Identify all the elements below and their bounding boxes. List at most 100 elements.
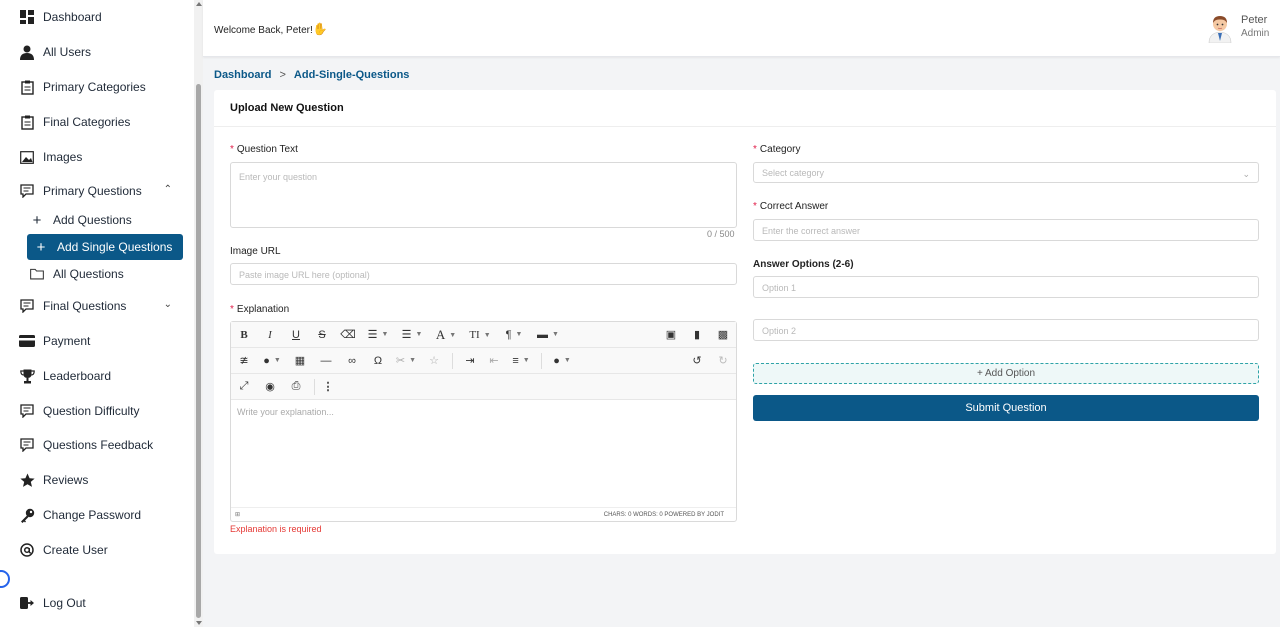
strikethrough-icon[interactable]: S: [309, 325, 335, 345]
italic-icon[interactable]: I: [257, 325, 283, 345]
breadcrumb-home-link[interactable]: Dashboard: [214, 69, 271, 81]
bold-icon[interactable]: B: [231, 325, 257, 345]
undo-icon[interactable]: ↺: [684, 351, 710, 371]
toolbar-separator: [541, 352, 542, 369]
chevron-down-icon: ⌄: [1242, 169, 1250, 179]
explanation-label-text: Explanation: [236, 304, 290, 315]
paragraph-icon[interactable]: ¶ ▼: [497, 325, 531, 345]
toolbar-separator: [314, 378, 315, 395]
required-marker: *: [753, 201, 757, 212]
submit-question-button[interactable]: Submit Question: [753, 395, 1259, 421]
underline-icon[interactable]: U: [283, 325, 309, 345]
sidebar-item-label: Primary Categories: [43, 80, 146, 94]
answer-options-label: Answer Options (2-6): [753, 259, 854, 270]
link-icon[interactable]: ∞: [339, 351, 365, 371]
upload-question-card: Upload New Question * Question Text Enter…: [214, 90, 1276, 554]
sidebar-item-payment[interactable]: Payment: [18, 328, 186, 354]
sidebar-subitem-all-questions[interactable]: All Questions: [30, 261, 182, 287]
top-header: Welcome Back, Peter!✋ Peter Admin: [203, 0, 1280, 57]
required-marker: *: [753, 144, 757, 155]
category-select[interactable]: Select category ⌄: [753, 162, 1259, 183]
sidebar-item-create-user[interactable]: Create User: [18, 537, 186, 563]
insert-video-icon[interactable]: ▩: [710, 325, 736, 345]
sidebar-item-all-users[interactable]: All Users: [18, 39, 186, 65]
more-options-icon[interactable]: ⋮: [320, 377, 336, 397]
sidebar-item-label: Final Categories: [43, 115, 131, 129]
sidebar-item-final-questions[interactable]: Final Questions ⌄: [18, 293, 186, 319]
folder-icon: [30, 268, 44, 280]
plus-icon: +: [36, 238, 46, 256]
correct-answer-input[interactable]: Enter the correct answer: [753, 219, 1259, 241]
print-icon[interactable]: ⎙: [283, 377, 309, 397]
sidebar-item-primary-categories[interactable]: Primary Categories: [18, 74, 186, 100]
color-icon[interactable]: ● ▼: [547, 351, 577, 371]
explanation-editor: B I U S ⌫ ☰ ▼ ☰ ▼ A ▼ TI ▼ ¶ ▼ ▬ ▼ ▣ ▮ ▩ ≇ ● ▼ …: [230, 321, 737, 522]
sidebar-item-questions-feedback[interactable]: Questions Feedback: [18, 432, 186, 458]
font-icon[interactable]: A ▼: [429, 325, 463, 345]
outdent-icon[interactable]: ⇤: [482, 351, 506, 371]
cut-icon[interactable]: ✂ ▼: [391, 351, 421, 371]
sidebar-scrollbar-thumb[interactable]: [196, 84, 201, 618]
microphone-icon[interactable]: ● ▼: [257, 351, 287, 371]
font-size-icon[interactable]: TI ▼: [463, 325, 497, 345]
insert-file-icon[interactable]: ▮: [684, 325, 710, 345]
page-title: Upload New Question: [230, 102, 344, 114]
fullscreen-icon[interactable]: ⤢: [231, 377, 257, 397]
at-icon: [18, 541, 36, 559]
category-label-text: Category: [759, 144, 801, 155]
spellcheck-icon[interactable]: ≇: [231, 351, 257, 371]
sidebar-item-dashboard[interactable]: Dashboard: [18, 4, 186, 30]
eraser-icon[interactable]: ⌫: [335, 325, 361, 345]
sidebar-item-final-categories[interactable]: Final Categories: [18, 109, 186, 135]
sidebar-item-label: Create User: [43, 543, 108, 557]
sidebar-scrollbar[interactable]: [194, 0, 203, 627]
sidebar-subitem-add-single-questions[interactable]: + Add Single Questions: [27, 234, 183, 260]
option-1-placeholder: Option 1: [762, 283, 797, 293]
option-2-placeholder: Option 2: [762, 326, 797, 336]
copy-format-icon[interactable]: ☆: [421, 351, 447, 371]
question-icon: [18, 297, 36, 315]
chevron-up-icon: ⌃: [163, 184, 172, 195]
image-url-input[interactable]: Paste image URL here (optional): [230, 263, 737, 285]
sidebar-item-log-out[interactable]: Log Out: [18, 590, 186, 616]
insert-image-icon[interactable]: ▣: [658, 325, 684, 345]
image-url-label: Image URL: [230, 246, 281, 257]
sidebar-item-change-password[interactable]: Change Password: [18, 502, 186, 528]
option-1-input[interactable]: Option 1: [753, 276, 1259, 298]
redo-icon[interactable]: ↻: [710, 351, 736, 371]
chevron-down-icon: ⌄: [163, 299, 172, 310]
question-icon: [18, 436, 36, 454]
sidebar-subitem-label: Add Questions: [53, 213, 132, 227]
sidebar-item-label: Question Difficulty: [43, 404, 140, 418]
focus-ring-indicator: [0, 570, 10, 588]
sidebar-item-images[interactable]: Images: [18, 144, 186, 170]
category-label: * Category: [753, 144, 800, 155]
table-icon[interactable]: ▦: [287, 351, 313, 371]
sidebar-item-label: Leaderboard: [43, 369, 112, 383]
sidebar-subitem-add-questions[interactable]: + Add Questions: [30, 207, 182, 233]
correct-answer-placeholder: Enter the correct answer: [762, 226, 861, 236]
add-option-button[interactable]: + Add Option: [753, 363, 1259, 384]
plus-icon: +: [32, 211, 42, 229]
scroll-down-arrow-icon[interactable]: [196, 621, 202, 625]
avatar[interactable]: [1207, 13, 1233, 44]
special-characters-icon[interactable]: Ω: [365, 351, 391, 371]
sidebar-item-question-difficulty[interactable]: Question Difficulty: [18, 398, 186, 424]
explanation-editor-placeholder[interactable]: Write your explanation...: [237, 407, 334, 417]
preview-eye-icon[interactable]: ◉: [257, 377, 283, 397]
scroll-up-arrow-icon[interactable]: [196, 2, 202, 6]
highlight-icon[interactable]: ▬ ▼: [531, 325, 565, 345]
sidebar-item-label: Images: [43, 150, 83, 164]
explanation-error: Explanation is required: [230, 524, 322, 534]
bullet-list-icon[interactable]: ☰ ▼: [361, 325, 395, 345]
sidebar-item-reviews[interactable]: Reviews: [18, 467, 186, 493]
align-icon[interactable]: ≡ ▼: [506, 351, 536, 371]
sidebar-item-leaderboard[interactable]: Leaderboard: [18, 363, 186, 389]
numbered-list-icon[interactable]: ☰ ▼: [395, 325, 429, 345]
question-text-input[interactable]: Enter your question: [230, 162, 737, 228]
dashboard-icon: [18, 8, 36, 26]
sidebar-item-primary-questions[interactable]: Primary Questions ⌃: [18, 178, 186, 204]
indent-icon[interactable]: ⇥: [458, 351, 482, 371]
horizontal-line-icon[interactable]: —: [313, 351, 339, 371]
option-2-input[interactable]: Option 2: [753, 319, 1259, 341]
